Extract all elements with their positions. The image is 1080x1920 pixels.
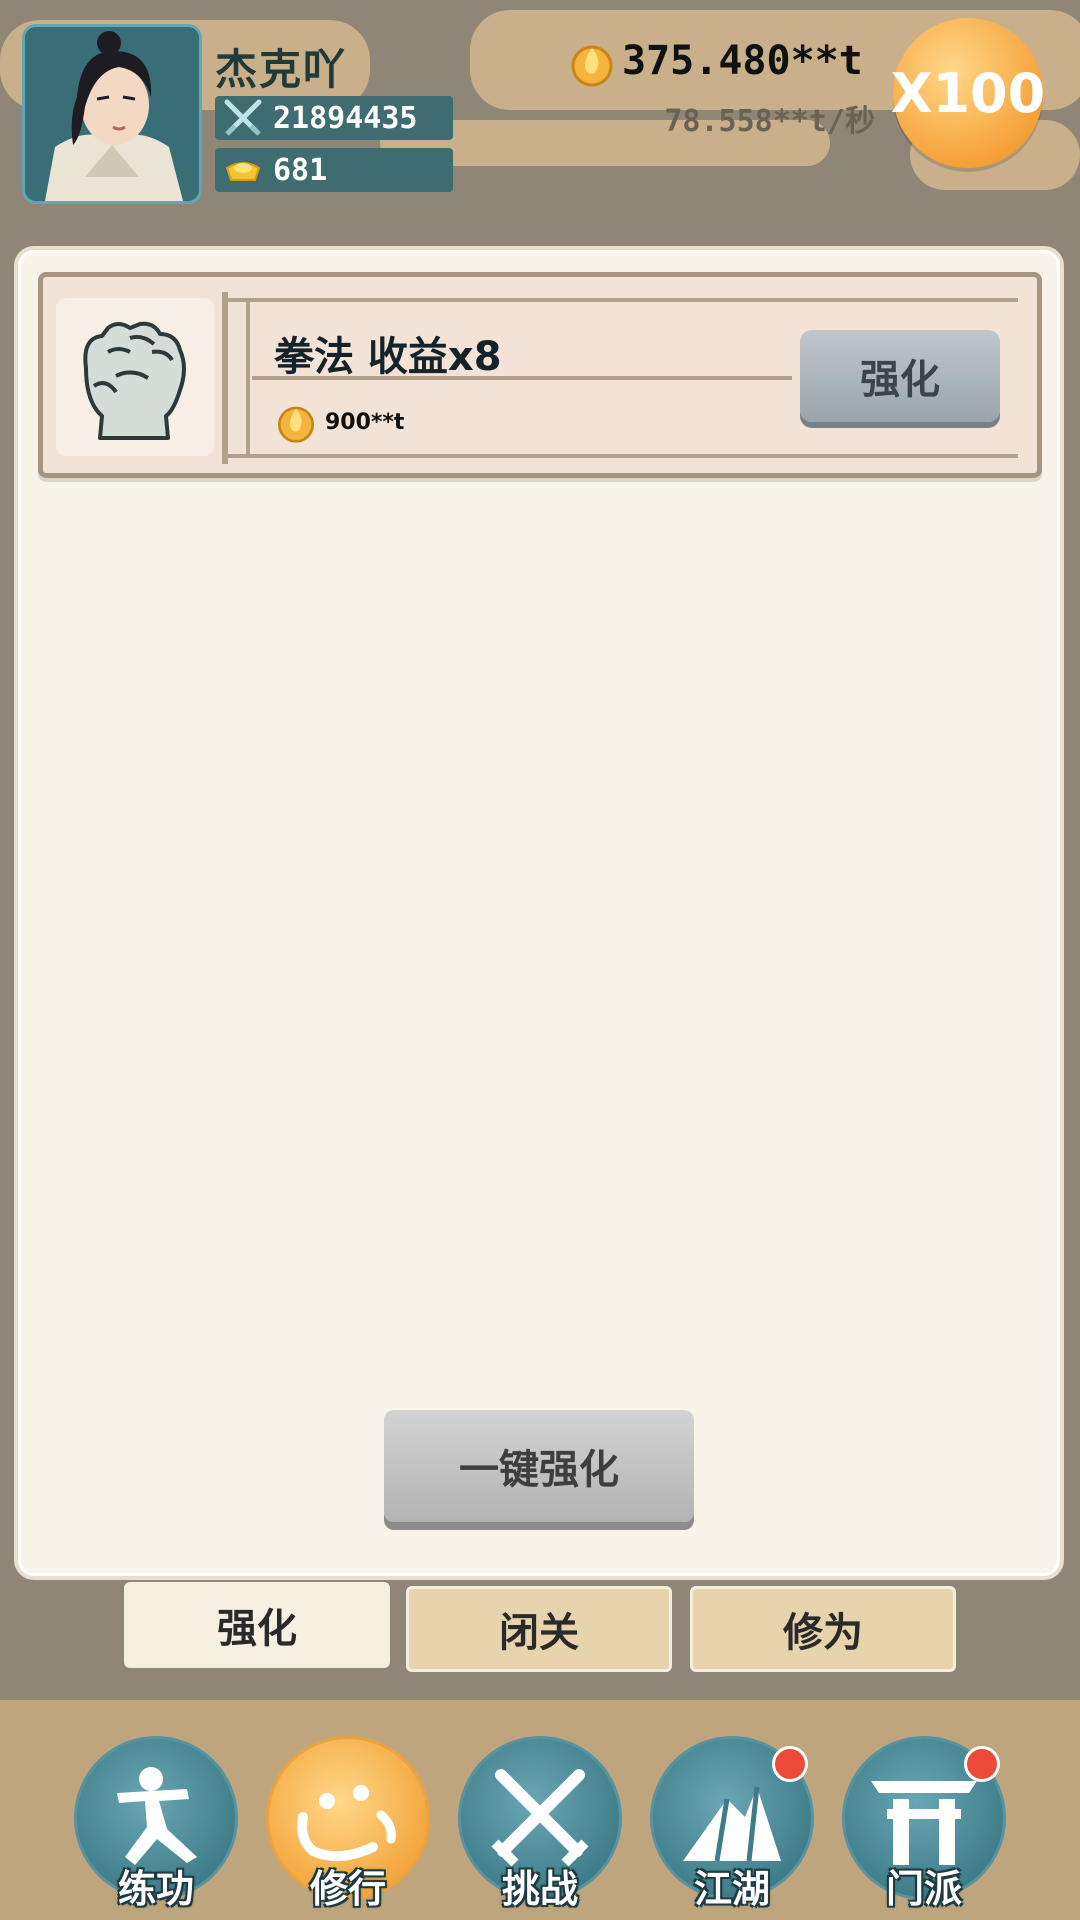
nav-practice-label: 练功	[117, 1867, 194, 1911]
item-icon-frame	[56, 298, 214, 456]
currency-rate: 78.558**t/秒	[664, 104, 875, 139]
jianghu-notification-badge	[772, 1746, 808, 1782]
tab-seclusion[interactable]: 闭关	[406, 1586, 672, 1672]
player-avatar[interactable]	[22, 24, 202, 204]
item-frame-line	[228, 454, 1018, 458]
nav-training-label: 修行	[309, 1867, 386, 1911]
strengthen-button[interactable]: 强化	[800, 330, 1000, 422]
nav-jianghu-label: 江湖	[693, 1867, 770, 1911]
item-title: 拳法 收益x8	[274, 334, 502, 380]
item-frame-line	[228, 298, 1018, 302]
crossed-swords-icon	[224, 99, 262, 136]
tab-cultivation[interactable]: 修为	[690, 1586, 956, 1672]
power-value: 21894435	[273, 100, 418, 136]
one-key-strengthen-button[interactable]: 一键强化	[384, 1410, 694, 1522]
power-stat: 21894435	[215, 96, 453, 140]
flame-coin-icon	[571, 45, 613, 87]
gold-ingot-stat: 681	[215, 148, 453, 192]
nav-sect-label: 门派	[885, 1867, 962, 1911]
gold-ingot-icon	[225, 162, 261, 181]
sect-notification-badge	[964, 1746, 1000, 1782]
item-frame-line	[246, 298, 250, 458]
nav-challenge-label: 挑战	[501, 1867, 578, 1911]
player-name: 杰克吖	[215, 45, 348, 94]
avatar-portrait-icon	[25, 27, 199, 201]
item-divider	[222, 292, 228, 464]
currency-amount: 375.480**t	[622, 38, 863, 84]
flame-coin-icon	[277, 406, 315, 443]
gold-ingot-value: 681	[273, 152, 328, 188]
tab-strengthen[interactable]: 强化	[124, 1582, 390, 1668]
fist-icon	[83, 321, 186, 440]
item-cost: 900**t	[325, 410, 405, 435]
multiplier-button[interactable]: X100	[891, 18, 1045, 168]
